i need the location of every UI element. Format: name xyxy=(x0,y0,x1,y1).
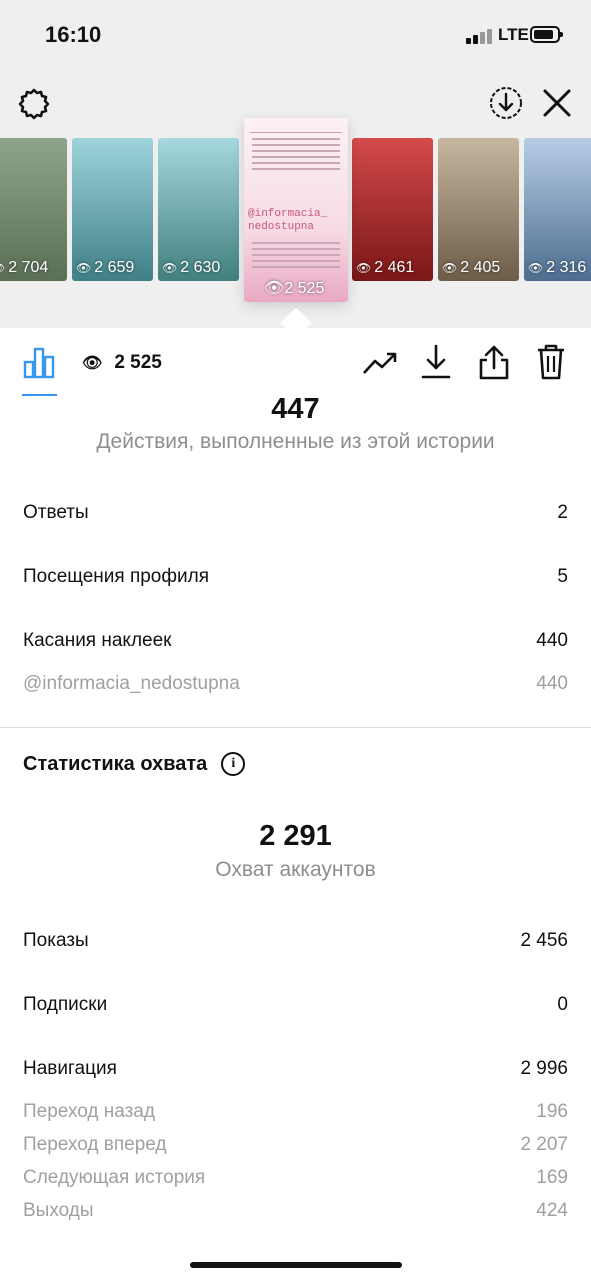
story-views: 👁 2 659 xyxy=(76,259,135,276)
story-view-count: 👁 2 525 xyxy=(82,352,162,373)
eye-icon: 👁 xyxy=(162,261,178,275)
stat-value: 0 xyxy=(557,994,568,1015)
reach-caption: Охват аккаунтов xyxy=(215,858,376,881)
stat-value: 440 xyxy=(536,673,568,694)
promote-trend-icon[interactable] xyxy=(360,346,400,380)
stat-value: 424 xyxy=(536,1200,568,1221)
stat-row-profile-visits: Посещения профиля 5 xyxy=(23,566,568,588)
interactions-total: 447 xyxy=(271,393,320,425)
stat-label: Касания наклеек xyxy=(23,630,172,651)
stat-value: 169 xyxy=(536,1167,568,1188)
story-thumbnail[interactable]: 👁 2 316 xyxy=(524,138,591,281)
stat-value: 2 xyxy=(557,502,568,523)
save-download-icon[interactable] xyxy=(418,342,454,382)
stat-label: Выходы xyxy=(23,1200,94,1221)
stat-subrow-next-story: Следующая история 169 xyxy=(23,1167,568,1189)
share-icon[interactable] xyxy=(476,342,512,382)
stat-value: 2 456 xyxy=(520,930,568,951)
battery-icon xyxy=(530,26,563,43)
stat-label: Подписки xyxy=(23,994,108,1015)
status-time: 16:10 xyxy=(45,22,102,47)
story-thumbnail[interactable]: 👁2 704 xyxy=(0,138,67,281)
stat-label: Ответы xyxy=(23,502,89,523)
story-sticker-label: @informacia_ nedostupna xyxy=(248,208,328,233)
stat-subrow-mention[interactable]: @informacia_nedostupna 440 xyxy=(23,673,568,695)
download-circle-icon[interactable] xyxy=(487,84,525,122)
eye-icon: 👁 xyxy=(0,261,5,275)
stat-label: Посещения профиля xyxy=(23,566,209,587)
stat-value: 196 xyxy=(536,1101,568,1122)
stat-label: Навигация xyxy=(23,1058,117,1079)
stat-label: Следующая история xyxy=(23,1167,206,1188)
delete-trash-icon[interactable] xyxy=(533,342,569,382)
story-thumbnail-selected[interactable]: @informacia_ nedostupna 👁2 525 xyxy=(244,118,348,302)
stat-label: Показы xyxy=(23,930,89,951)
story-views: 👁 2 316 xyxy=(528,259,587,276)
signal-icon xyxy=(466,28,494,44)
stat-label: Переход вперед xyxy=(23,1134,167,1155)
home-indicator xyxy=(190,1262,402,1268)
story-views: 👁 2 405 xyxy=(442,259,501,276)
info-icon[interactable]: i xyxy=(221,752,246,776)
stat-value: 5 xyxy=(557,566,568,587)
stat-subrow-exits: Выходы 424 xyxy=(23,1200,568,1222)
settings-gear-icon[interactable] xyxy=(15,85,53,123)
stat-value: 2 996 xyxy=(520,1058,568,1079)
story-action-bar: 👁 2 525 xyxy=(0,328,591,398)
insights-tab-icon[interactable] xyxy=(22,344,58,380)
stat-label: @informacia_nedostupna xyxy=(23,673,240,694)
stat-row-replies: Ответы 2 xyxy=(23,502,568,524)
network-label: LTE xyxy=(498,25,529,44)
stat-row-follows: Подписки 0 xyxy=(23,994,568,1016)
close-icon[interactable] xyxy=(540,86,574,120)
eye-icon: 👁 xyxy=(528,261,544,275)
story-thumbnail[interactable]: 👁 2 405 xyxy=(438,138,519,281)
eye-icon: 👁 xyxy=(356,261,372,275)
stat-row-sticker-taps: Касания наклеек 440 xyxy=(23,630,568,652)
stat-row-navigation: Навигация 2 996 xyxy=(23,1058,568,1080)
story-views: 👁2 525 xyxy=(264,280,325,297)
interactions-caption: Действия, выполненные из этой истории xyxy=(96,430,495,453)
eye-icon: 👁 xyxy=(82,355,103,372)
stat-row-impressions: Показы 2 456 xyxy=(23,930,568,952)
story-views: 👁 2 630 xyxy=(162,259,221,276)
reach-total: 2 291 xyxy=(259,820,332,852)
eye-icon: 👁 xyxy=(442,261,458,275)
section-divider xyxy=(0,727,591,728)
stat-value: 440 xyxy=(536,630,568,651)
story-views: 👁2 704 xyxy=(0,259,48,277)
stat-label: Переход назад xyxy=(23,1101,155,1122)
stat-value: 2 207 xyxy=(520,1134,568,1155)
story-thumbnail[interactable]: 👁 2 659 xyxy=(72,138,153,281)
eye-icon: 👁 xyxy=(76,261,92,275)
story-thumbnail[interactable]: 👁 2 461 xyxy=(352,138,433,281)
story-views: 👁 2 461 xyxy=(356,259,415,276)
stat-subrow-back: Переход назад 196 xyxy=(23,1101,568,1123)
reach-section-title: Статистика охвата i xyxy=(23,752,246,776)
stat-subrow-forward: Переход вперед 2 207 xyxy=(23,1134,568,1156)
story-thumbnail[interactable]: 👁 2 630 xyxy=(158,138,239,281)
status-bar: 16:10 LTE xyxy=(0,0,591,70)
